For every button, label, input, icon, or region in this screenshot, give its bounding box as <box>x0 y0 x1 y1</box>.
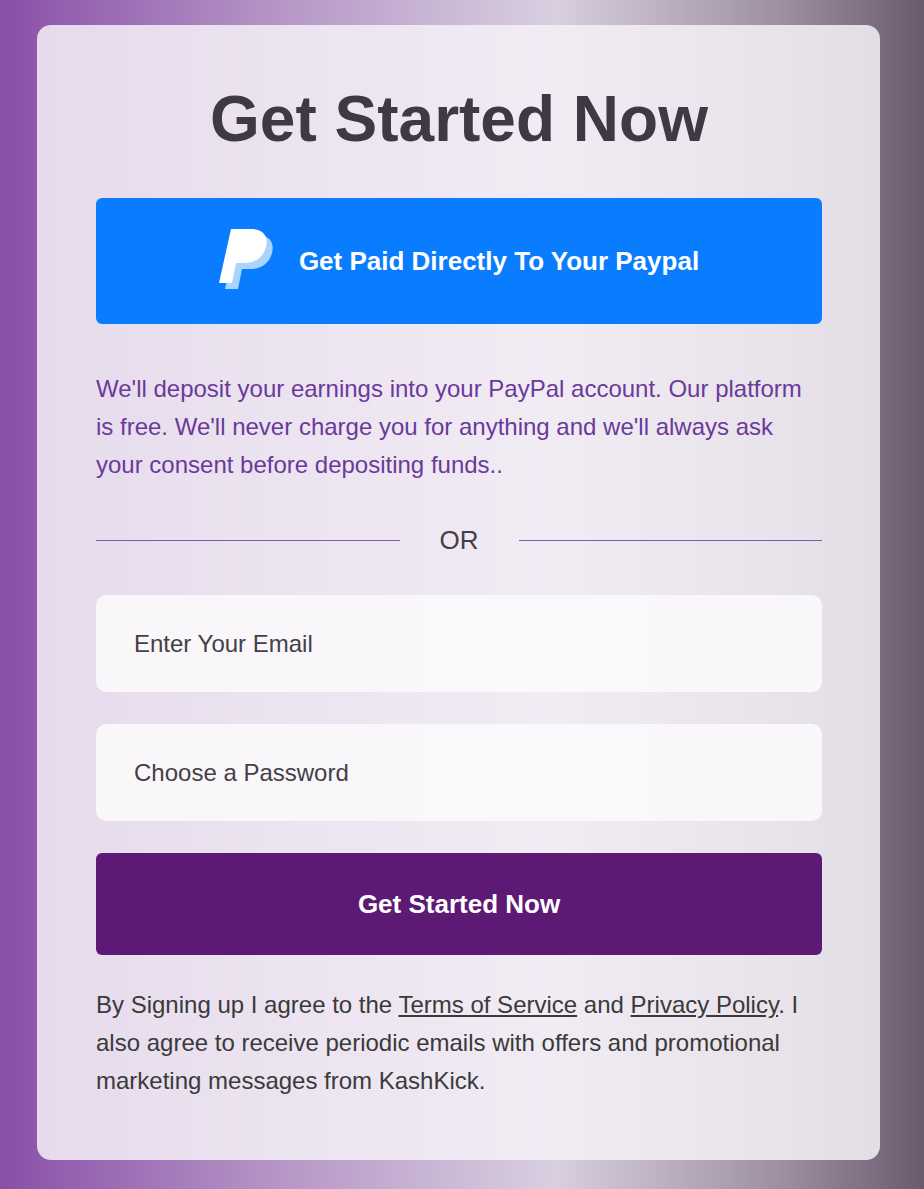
password-input[interactable] <box>96 724 822 821</box>
description: We'll deposit your earnings into your Pa… <box>96 370 822 484</box>
terms-segment: and <box>577 991 630 1018</box>
paypal-icon <box>219 227 277 295</box>
title: Get Started Now <box>96 81 822 158</box>
signup-card: Get Started Now Get Paid Directly To Your… <box>37 25 880 1160</box>
terms-link[interactable]: Privacy Policy <box>631 991 779 1018</box>
page: Get Started Now Get Paid Directly To Your… <box>0 0 924 1189</box>
divider: OR <box>96 520 822 560</box>
terms-text: By Signing up I agree to the Terms of Se… <box>96 986 822 1100</box>
paypal-button[interactable]: Get Paid Directly To Your Paypal <box>96 198 822 324</box>
email-input[interactable] <box>96 595 822 692</box>
terms-segment: By Signing up I agree to the <box>96 991 398 1018</box>
divider-line <box>96 540 400 541</box>
divider-line <box>519 540 823 541</box>
divider-text: OR <box>440 525 479 556</box>
terms-link[interactable]: Terms of Service <box>398 991 577 1018</box>
submit-button[interactable]: Get Started Now <box>96 853 822 955</box>
